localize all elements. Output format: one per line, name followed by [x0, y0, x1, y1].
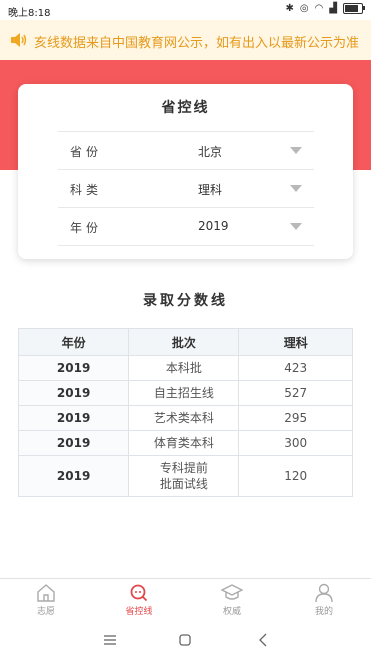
subject-label: 科类	[70, 183, 103, 197]
tab-authority[interactable]: 权威	[202, 583, 262, 617]
tab-label: 志愿	[36, 607, 55, 617]
signal-icon: ▟	[329, 3, 337, 14]
table-row: 2019 体育类本科 300	[17, 430, 353, 456]
header-year: 年份	[17, 328, 130, 356]
notice-bar: 亥线数据来自中国教育网公示，如有出入以最新公示为准	[0, 20, 371, 60]
table-row: 2019 本科批 423	[17, 355, 353, 381]
year-value: 2019	[198, 219, 229, 233]
score-table: 年份 批次 理科 2019 本科批 423 2019 自主招生线 527 201…	[17, 328, 353, 497]
home-icon	[37, 584, 55, 602]
tab-volunteer[interactable]: 志愿	[16, 583, 76, 617]
graduation-cap-icon	[221, 584, 243, 600]
tab-label: 省控线	[125, 607, 153, 617]
row-score: 300	[238, 430, 353, 456]
row-year: 2019	[17, 355, 130, 381]
year-label: 年份	[70, 221, 103, 235]
search-icon	[130, 584, 148, 602]
notice-text: 亥线数据来自中国教育网公示，如有出入以最新公示为准	[34, 36, 360, 51]
speaker-icon	[11, 33, 27, 47]
year-selector[interactable]: 年份 2019	[58, 207, 314, 246]
row-batch: 专科提前批面试线	[128, 455, 240, 497]
province-value: 北京	[198, 145, 223, 159]
header-score: 理科	[238, 328, 353, 356]
alarm-icon: ◎	[299, 3, 309, 14]
row-score: 120	[238, 455, 353, 497]
row-batch: 本科批	[128, 355, 240, 381]
battery-icon	[343, 3, 365, 14]
back-icon[interactable]	[256, 632, 272, 648]
card-title: 省控线	[161, 100, 210, 116]
table-row: 2019 艺术类本科 295	[17, 405, 353, 431]
status-bar: 晚上8:18 ✱ ◎ ◠ ▟	[0, 0, 371, 20]
bottom-tab-bar: 志愿 省控线 权威 我的	[0, 578, 371, 621]
table-row: 2019 专科提前批面试线 120	[17, 455, 353, 497]
subject-value: 理科	[198, 183, 223, 197]
status-icons: ✱ ◎ ◠ ▟	[285, 3, 365, 14]
bluetooth-icon: ✱	[285, 3, 294, 14]
row-year: 2019	[17, 430, 130, 456]
row-score: 527	[238, 380, 353, 406]
row-score: 295	[238, 405, 353, 431]
tab-label: 我的	[314, 607, 333, 617]
row-batch: 体育类本科	[128, 430, 240, 456]
wifi-icon: ◠	[314, 3, 324, 14]
menu-icon[interactable]	[102, 632, 118, 648]
tab-control-line[interactable]: 省控线	[109, 583, 169, 617]
system-nav-bar	[0, 620, 371, 660]
row-year: 2019	[17, 455, 130, 497]
person-icon	[315, 583, 333, 603]
row-year: 2019	[17, 380, 130, 406]
section-title: 录取分数线	[143, 293, 228, 309]
chevron-down-icon	[290, 223, 302, 230]
tab-mine[interactable]: 我的	[294, 583, 354, 617]
table-header-row: 年份 批次 理科	[17, 328, 353, 356]
tab-label: 权威	[222, 607, 241, 617]
row-batch: 自主招生线	[128, 380, 240, 406]
chevron-down-icon	[290, 147, 302, 154]
home-button-icon[interactable]	[177, 632, 193, 648]
row-batch: 艺术类本科	[128, 405, 240, 431]
row-score: 423	[238, 355, 353, 381]
province-selector[interactable]: 省份 北京	[58, 131, 314, 169]
header-batch: 批次	[128, 328, 240, 356]
chevron-down-icon	[290, 185, 302, 192]
subject-selector[interactable]: 科类 理科	[58, 169, 314, 207]
filter-card: 省控线 省份 北京 科类 理科 年份 2019	[18, 84, 353, 259]
table-row: 2019 自主招生线 527	[17, 380, 353, 406]
province-label: 省份	[70, 145, 103, 159]
status-time: 晚上8:18	[8, 8, 51, 19]
row-year: 2019	[17, 405, 130, 431]
